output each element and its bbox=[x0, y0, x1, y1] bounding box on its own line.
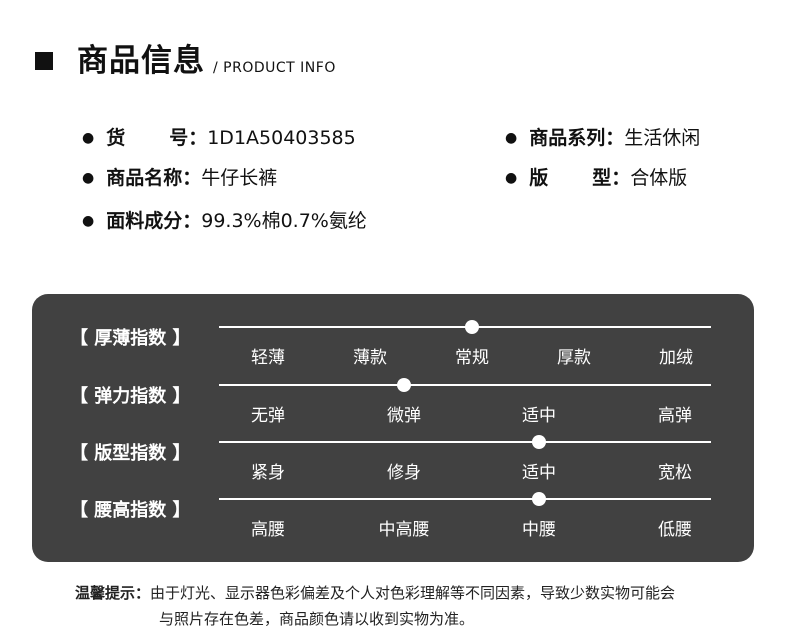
spec-label: 版 型： bbox=[529, 167, 631, 189]
spec-value: 合体版 bbox=[630, 167, 688, 189]
index-option: 加绒 bbox=[659, 348, 693, 368]
spec-name: ● 商品名称： 牛仔长裤 bbox=[82, 166, 277, 190]
spec-series: ● 商品系列： 生活休闲 bbox=[505, 126, 700, 150]
index-label-fit: 【 版型指数 】 bbox=[70, 443, 191, 464]
index-track-fit[interactable] bbox=[219, 441, 711, 443]
index-option: 高弹 bbox=[658, 406, 692, 426]
notice-label: 温馨提示： bbox=[75, 584, 151, 602]
notice-text-line2: 与照片存在色差，商品颜色请以收到实物为准。 bbox=[159, 610, 475, 628]
header-square-icon bbox=[35, 52, 53, 70]
index-track-stretch[interactable] bbox=[219, 384, 711, 386]
spec-label: 面料成分： bbox=[106, 210, 202, 232]
section-title: 商品信息 bbox=[77, 43, 205, 79]
spec-value: 生活休闲 bbox=[624, 127, 701, 149]
spec-label: 货 号： bbox=[106, 127, 208, 149]
index-label-thickness: 【 厚薄指数 】 bbox=[70, 328, 191, 349]
bullet-icon: ● bbox=[82, 170, 95, 186]
index-option: 低腰 bbox=[658, 520, 692, 540]
index-option: 轻薄 bbox=[251, 348, 285, 368]
spec-fit: ● 版 型： 合体版 bbox=[505, 166, 687, 190]
index-option: 高腰 bbox=[251, 520, 285, 540]
index-label-stretch: 【 弹力指数 】 bbox=[70, 386, 191, 407]
index-knob-rise[interactable] bbox=[532, 492, 546, 506]
spec-value: 99.3%棉0.7%氨纶 bbox=[201, 210, 367, 232]
index-track-rise[interactable] bbox=[219, 498, 711, 500]
spec-value: 牛仔长裤 bbox=[201, 167, 278, 189]
index-option: 紧身 bbox=[251, 463, 285, 483]
index-option: 宽松 bbox=[658, 463, 692, 483]
notice: 温馨提示：由于灯光、显示器色彩偏差及个人对色彩理解等不同因素，导致少数实物可能会… bbox=[75, 580, 675, 632]
index-option: 厚款 bbox=[557, 348, 591, 368]
index-option: 无弹 bbox=[251, 406, 285, 426]
section-subtitle: / PRODUCT INFO bbox=[213, 60, 336, 76]
index-option: 中腰 bbox=[522, 520, 556, 540]
notice-text-line1: 由于灯光、显示器色彩偏差及个人对色彩理解等不同因素，导致少数实物可能会 bbox=[150, 584, 676, 602]
index-option: 常规 bbox=[455, 348, 489, 368]
bullet-icon: ● bbox=[82, 130, 95, 146]
spec-fabric: ● 面料成分： 99.3%棉0.7%氨纶 bbox=[82, 209, 367, 233]
index-label-rise: 【 腰高指数 】 bbox=[70, 500, 191, 521]
index-knob-stretch[interactable] bbox=[397, 378, 411, 392]
index-option: 修身 bbox=[387, 463, 421, 483]
index-option: 薄款 bbox=[353, 348, 387, 368]
index-knob-fit[interactable] bbox=[532, 435, 546, 449]
bullet-icon: ● bbox=[82, 213, 95, 229]
section-header: 商品信息 / PRODUCT INFO bbox=[35, 44, 336, 78]
spec-item-no: ● 货 号： 1D1A50403585 bbox=[82, 126, 356, 150]
spec-label: 商品名称： bbox=[106, 167, 202, 189]
index-knob-thickness[interactable] bbox=[465, 320, 479, 334]
spec-value: 1D1A50403585 bbox=[207, 127, 356, 149]
index-option: 适中 bbox=[522, 463, 556, 483]
spec-label: 商品系列： bbox=[529, 127, 625, 149]
bullet-icon: ● bbox=[505, 130, 518, 146]
index-option: 中高腰 bbox=[378, 520, 430, 540]
index-option: 适中 bbox=[522, 406, 556, 426]
index-panel: 【 厚薄指数 】 【 弹力指数 】 【 版型指数 】 【 腰高指数 】 轻薄 薄款… bbox=[32, 294, 754, 562]
bullet-icon: ● bbox=[505, 170, 518, 186]
index-option: 微弹 bbox=[387, 406, 421, 426]
